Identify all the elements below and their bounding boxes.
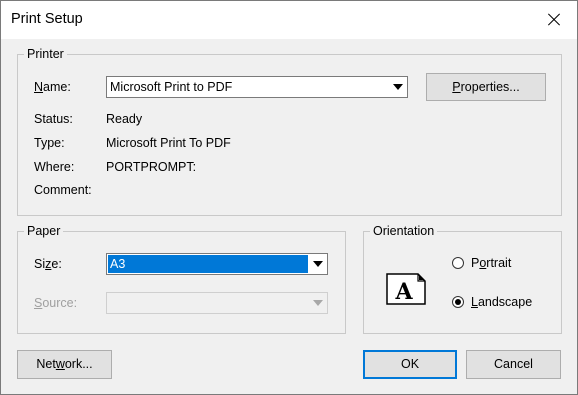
network-button-rest: ork... — [64, 357, 93, 371]
source-label: Source: — [34, 296, 78, 310]
cancel-button[interactable]: Cancel — [466, 350, 561, 379]
title-bar: Print Setup — [1, 1, 577, 39]
printer-name-label: Name: — [34, 80, 71, 94]
size-label: Size: — [34, 257, 62, 271]
type-value: Microsoft Print To PDF — [106, 136, 231, 150]
properties-button-rest: roperties... — [460, 80, 520, 94]
printer-name-label-rest: ame: — [43, 80, 71, 94]
landscape-radio[interactable] — [452, 296, 464, 308]
paper-size-dropdown[interactable]: A3 — [106, 253, 328, 275]
source-label-rest: ource: — [42, 296, 78, 310]
orientation-group-legend: Orientation — [373, 224, 435, 238]
size-label-first: Si — [34, 257, 46, 271]
page-icon-letter: A — [394, 279, 413, 305]
chevron-down-icon[interactable] — [310, 256, 326, 272]
properties-button[interactable]: Properties... — [426, 73, 546, 101]
ok-button[interactable]: OK — [363, 350, 457, 379]
portrait-label-rest: rtrait — [486, 256, 512, 270]
landscape-page-icon: A — [386, 273, 426, 305]
close-icon[interactable] — [539, 5, 569, 35]
printer-group-legend: Printer — [27, 47, 64, 61]
comment-label: Comment: — [34, 183, 92, 197]
paper-group: Paper — [17, 224, 346, 334]
chevron-down-icon — [310, 295, 326, 311]
portrait-radio[interactable] — [452, 257, 464, 269]
paper-size-value: A3 — [108, 255, 308, 273]
printer-name-dropdown[interactable]: Microsoft Print to PDF — [106, 76, 408, 98]
printer-name-value: Microsoft Print to PDF — [110, 80, 233, 94]
status-label: Status: — [34, 112, 73, 126]
paper-source-dropdown — [106, 292, 328, 314]
chevron-down-icon[interactable] — [390, 79, 406, 95]
size-label-rest: e: — [51, 257, 62, 271]
network-button-first: Net — [36, 357, 56, 371]
type-label: Type: — [34, 136, 65, 150]
print-setup-dialog: Print Setup Printer Name: Microsoft Prin… — [0, 0, 578, 395]
where-label: Where: — [34, 160, 75, 174]
landscape-label[interactable]: Landscape — [471, 295, 532, 309]
status-value: Ready — [106, 112, 143, 126]
paper-group-legend: Paper — [27, 224, 61, 238]
network-button[interactable]: Network... — [17, 350, 112, 379]
landscape-label-rest: andscape — [477, 295, 533, 309]
portrait-label[interactable]: Portrait — [471, 256, 511, 270]
where-value: PORTPROMPT: — [106, 160, 197, 174]
dialog-title: Print Setup — [11, 11, 83, 27]
